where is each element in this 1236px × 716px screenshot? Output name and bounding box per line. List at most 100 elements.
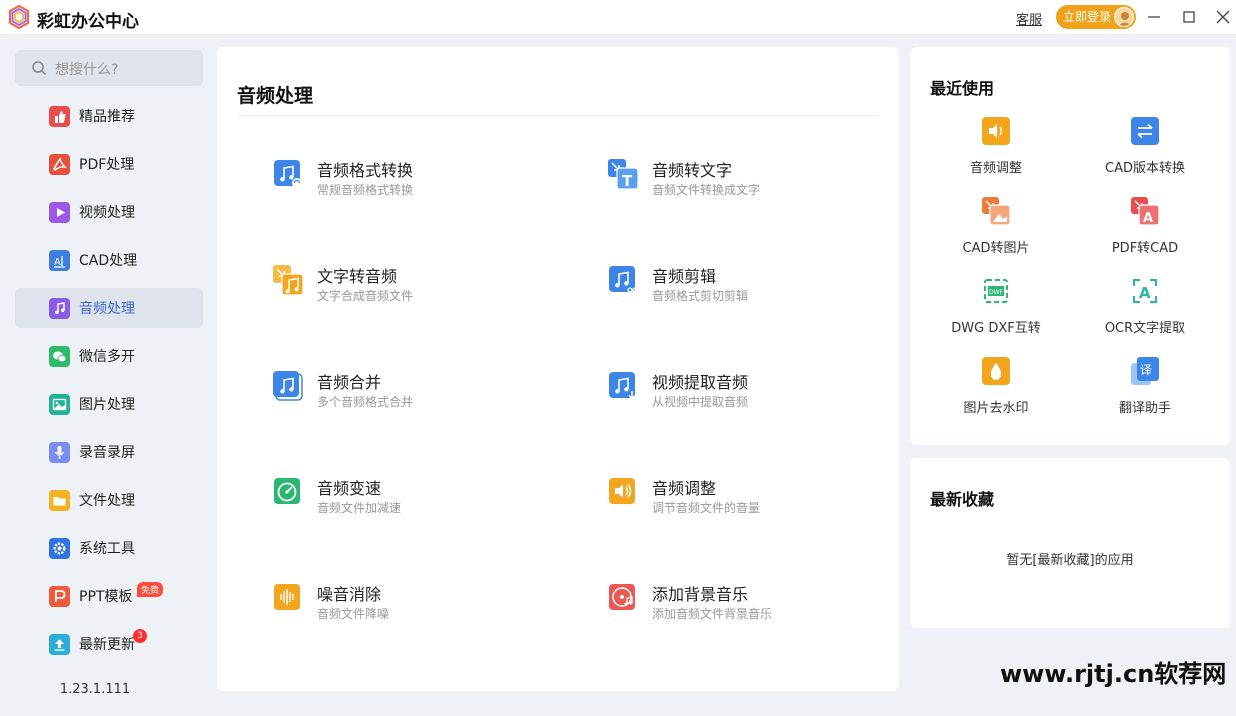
tool-card[interactable]: 音频合并 多个音频格式合并 — [273, 369, 553, 419]
recent-item[interactable]: A PDF转CAD — [1075, 197, 1215, 257]
tool-name: 噪音消除 — [317, 585, 382, 604]
tool-name: 音频转文字 — [652, 161, 733, 180]
sidebar-item-3[interactable]: 视频处理 — [15, 192, 203, 232]
tool-card[interactable]: 视频提取音频 从视频中提取音频 — [608, 369, 888, 419]
translate-icon: 译 — [1131, 357, 1159, 385]
tool-name: 音频变速 — [317, 479, 382, 498]
tool-name: 音频合并 — [317, 373, 382, 392]
tool-name: 音频剪辑 — [652, 267, 717, 286]
tool-description: 调节音频文件的音量 — [652, 501, 761, 515]
pdf-to-cad-icon: A — [1131, 197, 1159, 225]
sidebar-item-11[interactable]: PPT模板 免费 — [15, 576, 203, 616]
recent-item-label: 音频调整 — [969, 161, 1022, 176]
search-placeholder: 想搜什么? — [55, 62, 119, 78]
sidebar-item-6[interactable]: 微信多开 — [15, 336, 203, 376]
tool-card[interactable]: T 音频转文字 音频文件转换成文字 — [608, 157, 888, 207]
rainbow-logo-icon — [8, 5, 30, 29]
tool-description: 音频文件加减速 — [317, 501, 402, 515]
search-input[interactable]: 想搜什么? — [15, 50, 203, 86]
sidebar-item-7[interactable]: 图片处理 — [15, 384, 203, 424]
recent-item-label: OCR文字提取 — [1104, 321, 1186, 336]
title-divider — [237, 115, 879, 116]
cad-to-image-icon — [982, 197, 1010, 225]
login-button[interactable]: 立即登录 — [1056, 5, 1136, 29]
main-panel: 音频处理 音频格式转换 常规音频格式转换 T 音频转文字 音频文件转换成文字 文字… — [217, 47, 899, 691]
image-icon — [49, 394, 70, 415]
microphone-icon — [49, 442, 70, 463]
tool-description: 多个音频格式合并 — [317, 395, 414, 409]
sidebar-item-10[interactable]: 系统工具 — [15, 528, 203, 568]
svg-text:A: A — [1143, 211, 1153, 225]
sidebar-item-label: 文件处理 — [79, 493, 135, 509]
close-icon[interactable] — [1212, 6, 1234, 28]
favorites-panel: 最新收藏 暂无[最新收藏]的应用 — [910, 458, 1230, 628]
tool-name: 视频提取音频 — [652, 373, 749, 392]
sidebar-item-label: CAD处理 — [79, 253, 138, 269]
tool-description: 常规音频格式转换 — [317, 183, 414, 197]
sidebar-item-2[interactable]: PDF处理 — [15, 144, 203, 184]
recent-item[interactable]: 译 翻译助手 — [1075, 357, 1215, 417]
text-to-audio-icon — [273, 265, 303, 295]
ppt-icon — [49, 586, 70, 607]
watermark-text: www.rjtj.cn软荐网 — [1000, 660, 1227, 688]
sidebar-item-5[interactable]: 音频处理 — [15, 288, 203, 328]
tool-name: 音频格式转换 — [317, 161, 414, 180]
recent-item[interactable]: A OCR文字提取 — [1075, 277, 1215, 337]
page-title: 音频处理 — [237, 85, 314, 107]
recent-item-label: CAD版本转换 — [1105, 161, 1185, 176]
sidebar-item-label: PDF处理 — [79, 157, 135, 173]
minimize-icon[interactable] — [1143, 6, 1165, 28]
tool-name: 文字转音频 — [317, 267, 398, 286]
sidebar-item-label: 录音录屏 — [79, 445, 135, 461]
update-count-badge: 3 — [133, 629, 147, 643]
tool-card[interactable]: 音频变速 音频文件加减速 — [273, 475, 553, 525]
login-label: 立即登录 — [1063, 10, 1112, 24]
search-icon — [32, 61, 47, 76]
recent-item[interactable]: 音频调整 — [926, 117, 1066, 177]
svg-text:T: T — [622, 172, 633, 189]
volume-icon — [982, 117, 1010, 145]
cad-icon: A — [49, 250, 70, 271]
tool-card[interactable]: 添加背景音乐 添加音频文件背景音乐 — [608, 581, 888, 631]
sidebar-item-label: 音频处理 — [79, 301, 135, 317]
sidebar-item-4[interactable]: A CAD处理 — [15, 240, 203, 280]
tool-card[interactable]: 音频剪辑 音频格式剪切剪辑 — [608, 263, 888, 313]
sidebar-item-label: 系统工具 — [79, 541, 135, 557]
volume-icon — [609, 478, 635, 504]
sidebar-item-label: 精品推荐 — [79, 109, 135, 125]
tool-name: 音频调整 — [652, 479, 717, 498]
folder-icon — [49, 490, 70, 511]
tool-card[interactable]: 音频格式转换 常规音频格式转换 — [273, 157, 553, 207]
recent-item[interactable]: CAD版本转换 — [1075, 117, 1215, 177]
tool-name: 添加背景音乐 — [652, 585, 749, 604]
maximize-icon[interactable] — [1178, 6, 1200, 28]
customer-service-link[interactable]: 客服 — [1016, 9, 1042, 28]
audio-cut-icon — [609, 266, 638, 293]
recent-item-label: DWG DXF互转 — [951, 321, 1041, 336]
video-extract-audio-icon — [609, 372, 636, 400]
sidebar-item-12[interactable]: 最新更新 3 — [15, 624, 203, 664]
svg-text:DWF: DWF — [989, 289, 1004, 296]
avatar — [1114, 7, 1134, 27]
recent-panel: 最近使用 音频调整 CAD版本转换 CAD转图片 A PDF转CAD DWF DWG… — [910, 47, 1230, 445]
recent-item[interactable]: CAD转图片 — [926, 197, 1066, 257]
recent-item[interactable]: DWF DWG DXF互转 — [926, 277, 1066, 337]
tool-card[interactable]: 音频调整 调节音频文件的音量 — [608, 475, 888, 525]
tool-description: 音频文件转换成文字 — [652, 183, 761, 197]
sidebar-item-9[interactable]: 文件处理 — [15, 480, 203, 520]
tool-card[interactable]: 噪音消除 音频文件降噪 — [273, 581, 553, 631]
sidebar-item-8[interactable]: 录音录屏 — [15, 432, 203, 472]
sidebar-item-label: PPT模板 — [79, 589, 133, 605]
audio-to-text-icon: T — [608, 159, 638, 189]
audio-speed-icon — [274, 478, 300, 504]
recent-item[interactable]: 图片去水印 — [926, 357, 1066, 417]
cad-version-icon — [1131, 117, 1159, 145]
pdf-icon — [49, 154, 70, 175]
version-label: 1.23.1.111 — [59, 682, 131, 697]
sidebar-item-label: 最新更新 — [79, 637, 135, 653]
watermark-remove-icon — [982, 357, 1010, 385]
sidebar-item-1[interactable]: 精品推荐 — [15, 96, 203, 136]
tool-card[interactable]: 文字转音频 文字合成音频文件 — [273, 263, 553, 313]
gear-icon — [49, 538, 70, 559]
audio-convert-icon — [274, 160, 302, 188]
